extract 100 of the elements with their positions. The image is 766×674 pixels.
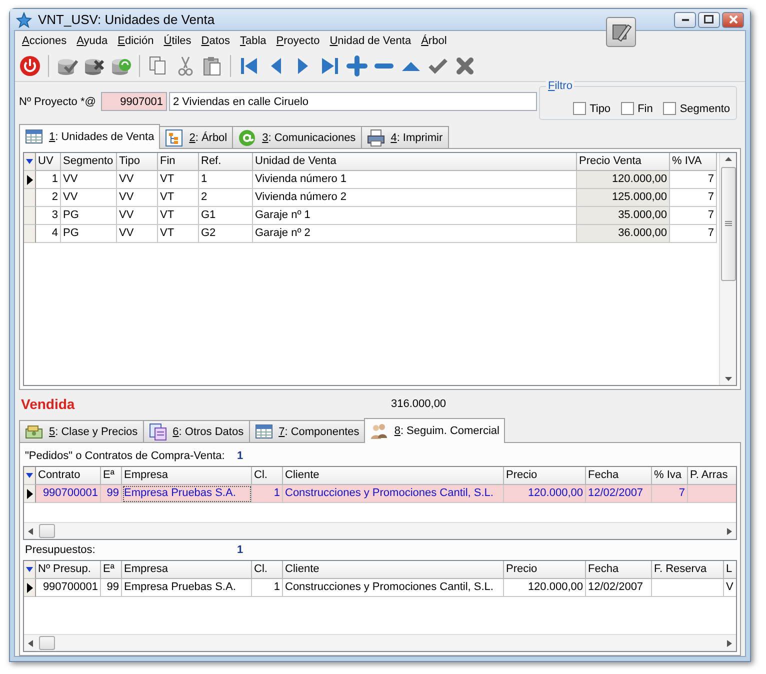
- maximize-icon: [704, 15, 714, 24]
- plus-icon[interactable]: [346, 55, 368, 77]
- total-amount: 316.000,00: [391, 398, 446, 410]
- tab[interactable]: 3: Comunicaciones: [232, 126, 362, 148]
- checkbox[interactable]: [620, 102, 634, 115]
- menu-item[interactable]: Acciones: [17, 35, 72, 47]
- row-header[interactable]: [24, 485, 36, 503]
- project-code-field[interactable]: 9907001: [101, 92, 167, 111]
- table-cell: 3: [36, 207, 61, 225]
- column-header[interactable]: Eª: [101, 561, 122, 579]
- table-icon: [25, 128, 43, 146]
- column-header[interactable]: Empresa: [122, 561, 252, 579]
- column-header[interactable]: Nº Presup.: [36, 561, 101, 579]
- project-name-field[interactable]: 2 Viviendas en calle Ciruelo: [169, 92, 537, 111]
- menu-item[interactable]: Árbol: [416, 35, 452, 47]
- table-cell: 120.000,00: [577, 171, 670, 189]
- table-cell: V: [724, 579, 736, 597]
- column-header[interactable]: Fecha: [586, 561, 652, 579]
- column-header[interactable]: % IVA: [670, 153, 717, 171]
- table-cell: PG: [61, 207, 117, 225]
- tab[interactable]: 8: Seguim. Comercial: [364, 418, 506, 443]
- column-header[interactable]: Eª: [101, 467, 122, 485]
- at-sign-icon: [238, 128, 256, 146]
- maximize-button[interactable]: [698, 12, 720, 28]
- column-header[interactable]: Cliente: [283, 467, 504, 485]
- column-header[interactable]: Tipo: [117, 153, 158, 171]
- column-header[interactable]: P. Arras: [688, 467, 736, 485]
- table-cell: 1: [252, 579, 283, 597]
- table-cell: 125.000,00: [577, 189, 670, 207]
- row-pointer-icon: [26, 174, 32, 184]
- table-cell: Garaje nº 2: [253, 225, 577, 243]
- menu-item[interactable]: Unidad de Venta: [324, 35, 416, 47]
- tab[interactable]: 2: Árbol: [159, 126, 234, 148]
- table-cell: 35.000,00: [577, 207, 670, 225]
- column-header[interactable]: Cl.: [252, 467, 283, 485]
- scroll-left-icon[interactable]: [28, 640, 33, 646]
- row-header[interactable]: [24, 579, 36, 597]
- scroll-thumb[interactable]: [39, 524, 55, 538]
- close-icon[interactable]: [454, 55, 476, 77]
- tab[interactable]: 1: Unidades de Venta: [19, 124, 160, 149]
- column-header[interactable]: Precio: [504, 561, 586, 579]
- table-cell: Construcciones y Promociones Cantil, S.L.: [283, 579, 504, 597]
- horizontal-scrollbar[interactable]: [24, 522, 736, 539]
- row-header[interactable]: [24, 171, 36, 189]
- checkbox[interactable]: [572, 102, 586, 115]
- column-header[interactable]: Precio: [504, 467, 586, 485]
- vertical-scrollbar[interactable]: [719, 153, 736, 385]
- tab[interactable]: 4: Imprimir: [360, 126, 449, 148]
- tab[interactable]: 7: Componentes: [248, 420, 366, 442]
- column-header[interactable]: Cl.: [252, 561, 283, 579]
- column-header[interactable]: Fin: [158, 153, 199, 171]
- menu-item[interactable]: Datos: [196, 35, 235, 47]
- menu-item[interactable]: Ayuda: [72, 35, 113, 47]
- column-header[interactable]: Contrato: [36, 467, 101, 485]
- table-cell: 7: [652, 485, 688, 503]
- clipboard-icon[interactable]: [201, 55, 223, 77]
- close-button[interactable]: [722, 12, 744, 28]
- documents-icon: [148, 422, 167, 440]
- column-header[interactable]: Cliente: [283, 561, 504, 579]
- checkbox-label: Segmento: [680, 102, 730, 114]
- menu-item[interactable]: Edición: [112, 35, 159, 47]
- menu-item[interactable]: Útiles: [158, 35, 196, 47]
- column-header[interactable]: Segmento: [61, 153, 117, 171]
- scroll-right-icon[interactable]: [727, 640, 732, 646]
- column-header[interactable]: L: [724, 561, 736, 579]
- power-icon[interactable]: [19, 55, 41, 77]
- column-header[interactable]: Ref.: [199, 153, 253, 171]
- column-header[interactable]: Unidad de Venta: [253, 153, 577, 171]
- column-header[interactable]: UV: [36, 153, 61, 171]
- table-cell: 7: [670, 207, 717, 225]
- column-header[interactable]: % Iva: [652, 467, 688, 485]
- sort-arrow-icon: [26, 567, 33, 572]
- star-icon: [16, 12, 32, 28]
- table-cell: 120.000,00: [504, 485, 586, 503]
- table-cell: PG: [61, 225, 117, 243]
- table-cell: 1: [36, 171, 61, 189]
- money-icon: [25, 422, 43, 440]
- menu-item[interactable]: Proyecto: [271, 35, 325, 47]
- table-cell: VV: [117, 189, 158, 207]
- scroll-right-icon[interactable]: [727, 528, 732, 534]
- first-icon[interactable]: [238, 55, 260, 77]
- menu-item[interactable]: Tabla: [235, 35, 272, 47]
- column-header[interactable]: Precio Venta: [577, 153, 670, 171]
- column-header[interactable]: F. Reserva: [652, 561, 724, 579]
- table-cell: VV: [117, 225, 158, 243]
- table-cell: [688, 485, 736, 503]
- minimize-button[interactable]: [674, 12, 696, 28]
- edit-button[interactable]: [606, 17, 636, 47]
- close-icon: [728, 15, 738, 24]
- table-cell: 36.000,00: [577, 225, 670, 243]
- tab[interactable]: 6: Otros Datos: [142, 420, 250, 442]
- column-header[interactable]: Fecha: [586, 467, 652, 485]
- scroll-left-icon[interactable]: [28, 528, 33, 534]
- last-icon[interactable]: [319, 55, 341, 77]
- checkbox[interactable]: [662, 102, 676, 115]
- column-header[interactable]: Empresa: [122, 467, 252, 485]
- scroll-thumb[interactable]: [39, 636, 55, 650]
- tab[interactable]: 5: Clase y Precios: [19, 420, 144, 442]
- table-cell: VV: [117, 207, 158, 225]
- horizontal-scrollbar[interactable]: [24, 634, 736, 651]
